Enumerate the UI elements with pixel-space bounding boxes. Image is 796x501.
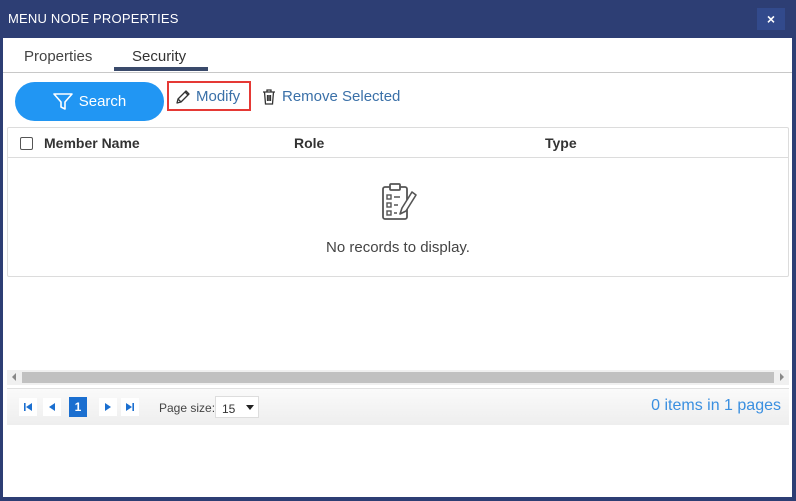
filter-icon: [52, 92, 73, 110]
column-header-role[interactable]: Role: [294, 135, 324, 151]
page-number-button[interactable]: 1: [69, 397, 87, 417]
page-size-select[interactable]: 15: [215, 396, 259, 418]
scroll-left-arrow-icon[interactable]: [12, 373, 16, 381]
close-button[interactable]: ×: [757, 8, 785, 30]
search-button[interactable]: Search: [15, 82, 164, 121]
last-page-icon: [126, 403, 134, 411]
members-grid: Member Name Role Type No records to disp…: [7, 127, 789, 277]
remove-selected-button[interactable]: Remove Selected: [262, 88, 400, 105]
chevron-down-icon: [246, 405, 254, 410]
page-size-value: 15: [222, 402, 236, 416]
close-icon: ×: [766, 11, 776, 27]
column-header-member-name[interactable]: Member Name: [44, 135, 140, 151]
scroll-thumb[interactable]: [22, 372, 774, 383]
next-page-button[interactable]: [99, 398, 117, 416]
window-title: MENU NODE PROPERTIES: [8, 11, 179, 26]
grid-header: Member Name Role Type: [8, 128, 788, 158]
page-size-label: Page size:: [159, 401, 216, 415]
pager: 1 Page size: 15 0 items in 1 pages: [7, 388, 789, 425]
previous-page-button[interactable]: [43, 398, 61, 416]
trash-icon: [263, 88, 275, 105]
modify-button[interactable]: Modify: [175, 88, 240, 105]
first-page-icon: [24, 403, 32, 411]
next-page-icon: [105, 403, 111, 411]
tab-security[interactable]: Security: [132, 48, 186, 65]
pencil-icon: [176, 89, 190, 104]
title-bar: MENU NODE PROPERTIES ×: [0, 0, 796, 38]
column-header-type[interactable]: Type: [545, 135, 577, 151]
tab-properties[interactable]: Properties: [24, 48, 92, 65]
modify-button-label: Modify: [196, 88, 241, 105]
active-tab-indicator: [114, 67, 208, 71]
search-button-label: Search: [78, 93, 127, 110]
horizontal-scrollbar[interactable]: [7, 370, 789, 385]
remove-selected-label: Remove Selected: [282, 88, 401, 105]
previous-page-icon: [49, 403, 55, 411]
scroll-right-arrow-icon[interactable]: [780, 373, 784, 381]
first-page-button[interactable]: [19, 398, 37, 416]
dialog-body: Properties Security Search Modify Remove…: [3, 38, 792, 497]
tab-strip: Properties Security: [3, 38, 792, 73]
select-all-checkbox[interactable]: [20, 137, 33, 150]
pager-info: 0 items in 1 pages: [651, 397, 781, 414]
last-page-button[interactable]: [121, 398, 139, 416]
empty-message: No records to display.: [326, 239, 470, 256]
clipboard-icon: [382, 183, 417, 220]
